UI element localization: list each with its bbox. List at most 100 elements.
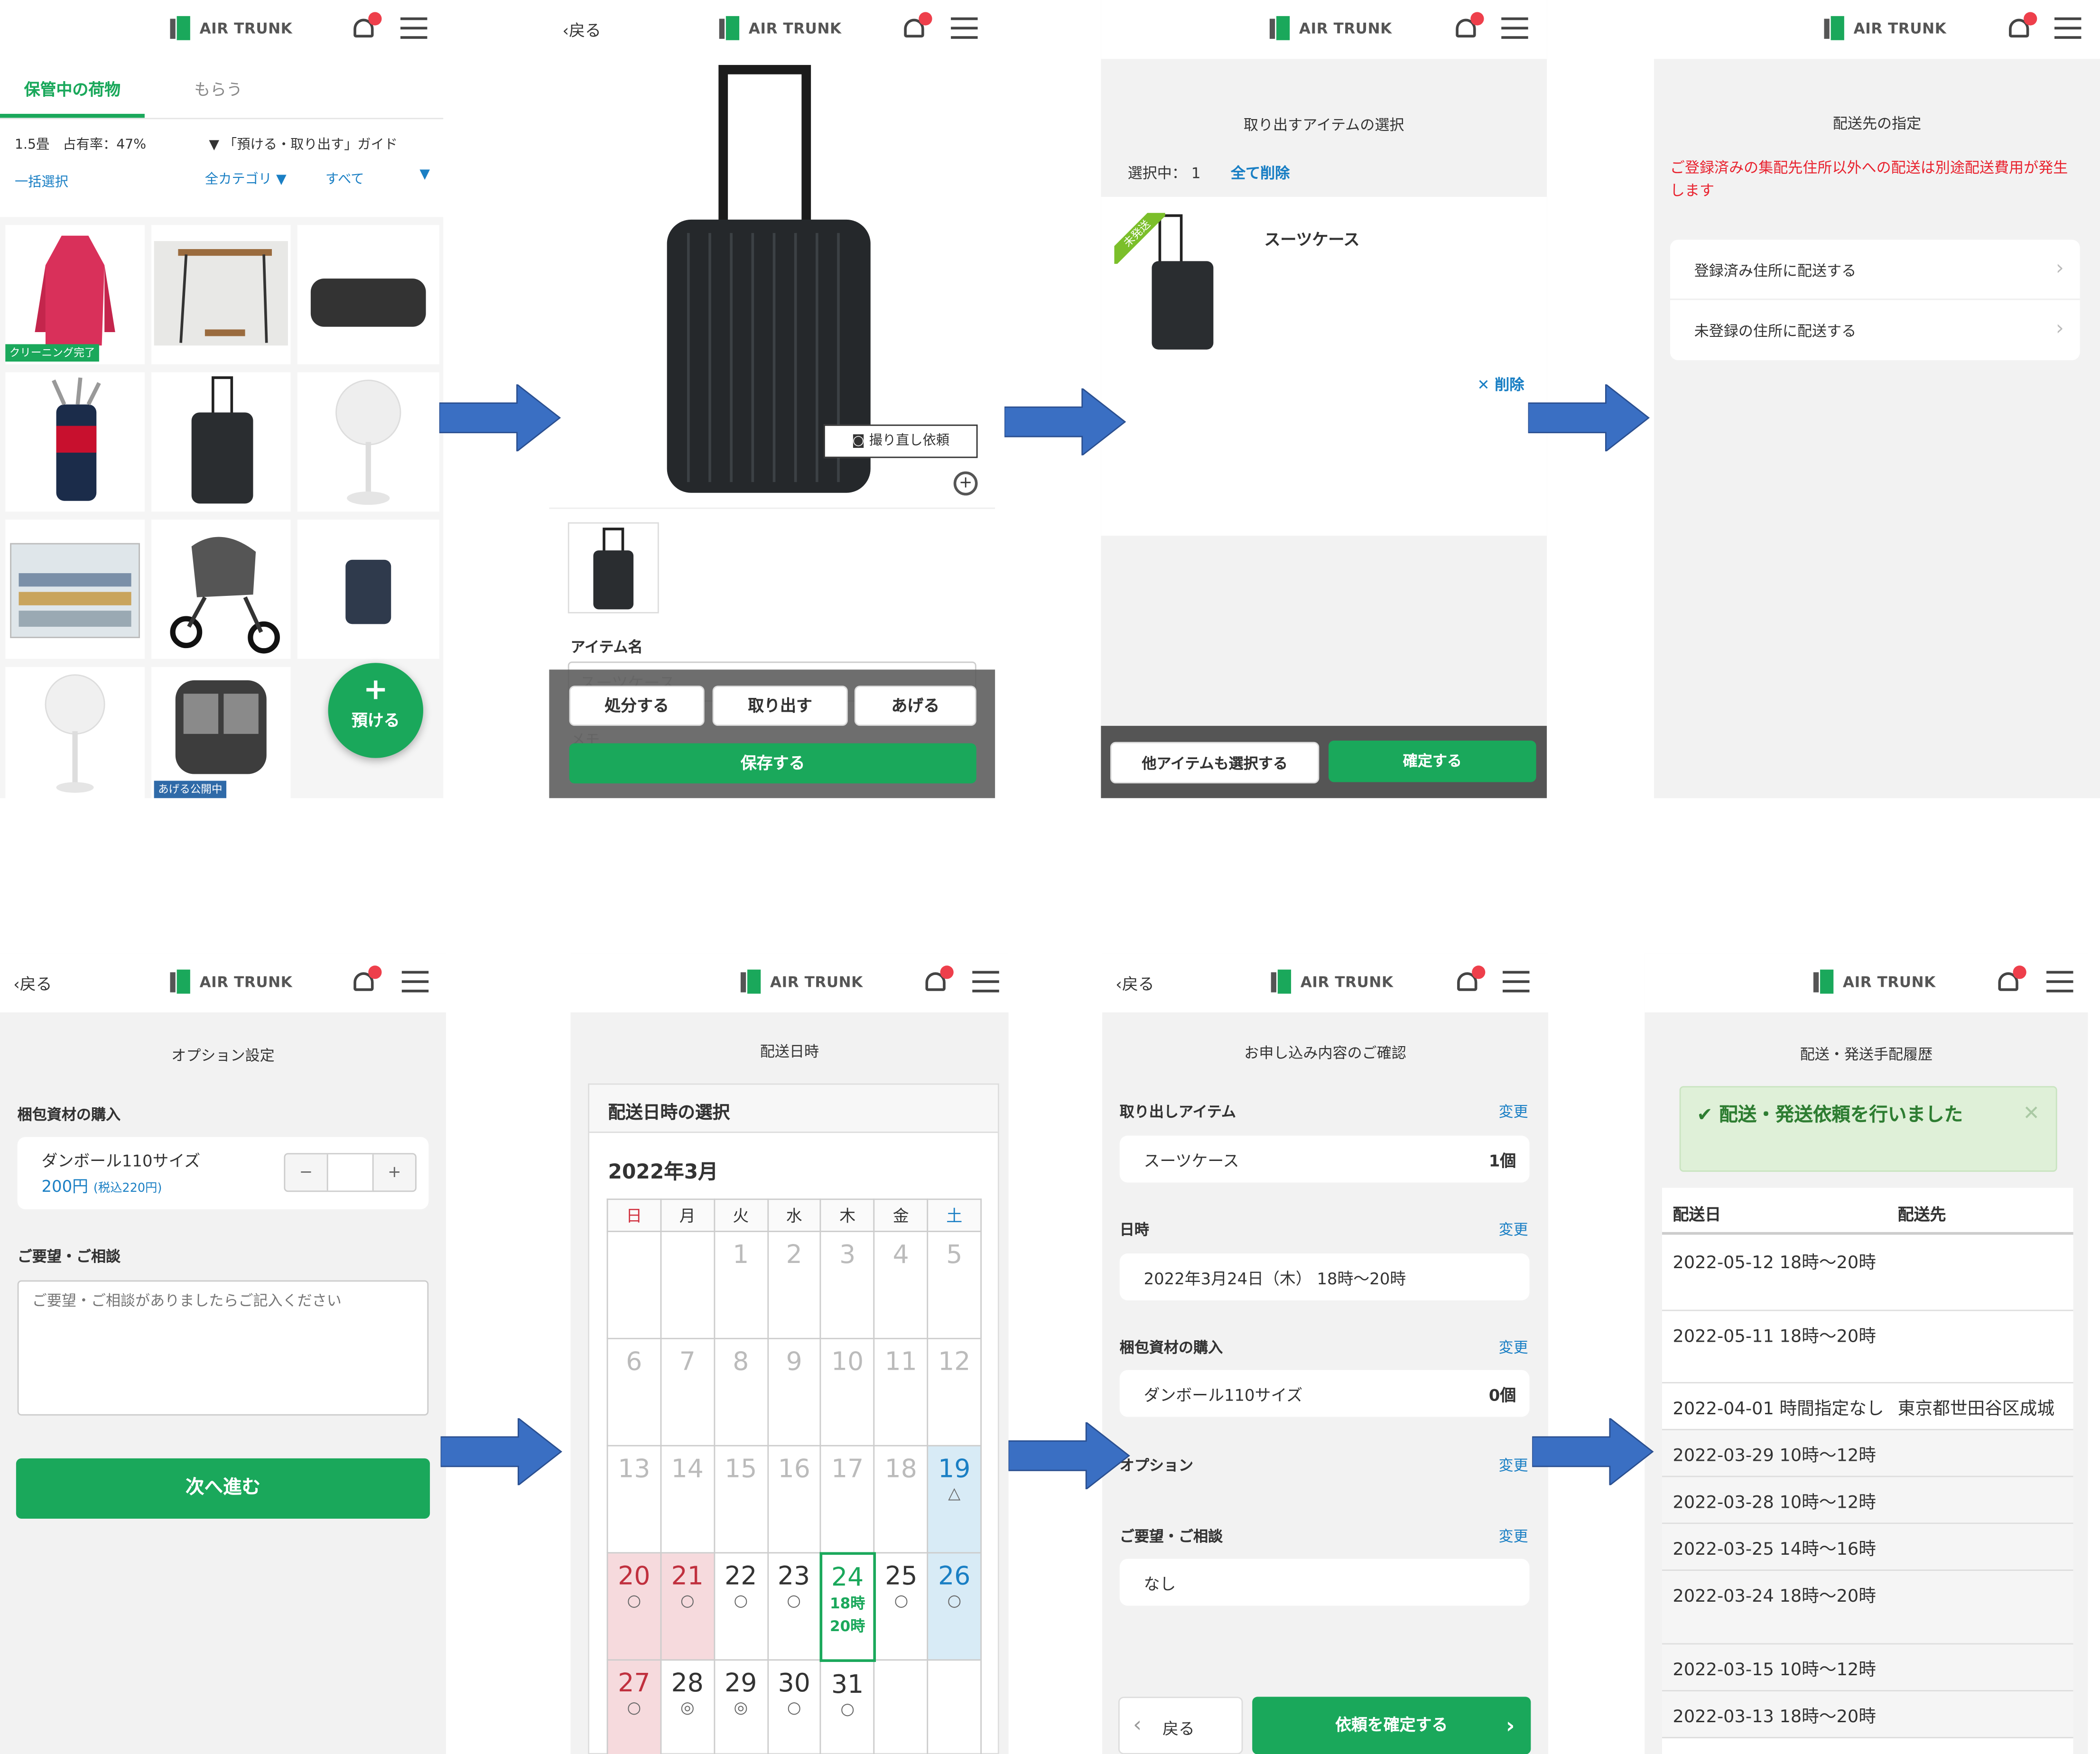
bulk-select-link[interactable]: 一括選択: [15, 170, 68, 190]
menu-icon[interactable]: [2046, 971, 2073, 993]
calendar-day[interactable]: 29 ◎: [713, 1659, 768, 1754]
cushion-image: [310, 278, 426, 327]
back-button[interactable]: ‹ 戻る: [1118, 1697, 1243, 1754]
plus-button[interactable]: +: [374, 1154, 416, 1190]
dispose-button[interactable]: 処分する: [569, 686, 705, 726]
retake-request-button[interactable]: ◙ 撮り直し依頼: [823, 424, 978, 458]
history-row[interactable]: 2022-05-11 18時～20時: [1662, 1311, 2073, 1383]
menu-icon[interactable]: [401, 971, 429, 993]
confirm-button[interactable]: 確定する: [1329, 740, 1536, 782]
success-alert: ✔ 配送・発送依頼を行いました ✕: [1679, 1086, 2057, 1172]
history-row[interactable]: 2022-03-25 14時～16時: [1662, 1524, 2073, 1571]
bell-icon[interactable]: [2005, 12, 2037, 43]
calendar-day[interactable]: 23 ○: [767, 1552, 822, 1661]
unregistered-address-option[interactable]: 未登録の住所に配送する ›: [1670, 300, 2080, 360]
give-button[interactable]: あげる: [854, 686, 976, 726]
thumbnail[interactable]: [567, 522, 659, 613]
item-small-suitcase[interactable]: [297, 520, 439, 659]
zoom-in-icon[interactable]: +: [953, 471, 978, 496]
calendar-day[interactable]: 22 ○: [713, 1552, 768, 1661]
menu-icon[interactable]: [972, 971, 999, 993]
item-cushion[interactable]: [297, 225, 439, 364]
menu-icon[interactable]: [400, 17, 427, 39]
next-button[interactable]: 次へ進む: [16, 1458, 430, 1519]
bell-icon[interactable]: [350, 965, 382, 996]
item-table[interactable]: [151, 225, 291, 364]
history-row[interactable]: 2022-03-15 10時～12時: [1662, 1644, 2073, 1692]
registered-address-option[interactable]: 登録済み住所に配送する ›: [1670, 240, 2080, 300]
item-suitcase[interactable]: [151, 372, 291, 512]
flow-arrow-icon: [439, 384, 561, 452]
change-date-link[interactable]: 変更: [1499, 1219, 1528, 1240]
history-row[interactable]: 2022-03-13 18時～20時: [1662, 1691, 2073, 1738]
close-icon: ✕: [1477, 376, 1495, 394]
calendar-day[interactable]: 21 ○: [660, 1552, 715, 1661]
submit-request-button[interactable]: 依頼を確定する ›: [1252, 1697, 1531, 1754]
history-row[interactable]: 2022-03-24 18時～20時: [1662, 1571, 2073, 1645]
tab-receive[interactable]: もらう: [145, 78, 292, 118]
menu-icon[interactable]: [1501, 17, 1528, 39]
change-option-link[interactable]: 変更: [1499, 1454, 1528, 1476]
delete-link[interactable]: ✕ 削除: [1477, 374, 1524, 395]
calendar-day[interactable]: 27 ○: [606, 1659, 661, 1754]
filter-dropdown[interactable]: すべて ▼: [325, 167, 430, 187]
history-row[interactable]: 2022-05-12 18時～20時: [1662, 1237, 2073, 1311]
change-item-link[interactable]: 変更: [1499, 1101, 1528, 1122]
calendar-day: [873, 1659, 929, 1754]
minus-button[interactable]: −: [285, 1154, 327, 1190]
request-textarea[interactable]: [17, 1280, 429, 1416]
history-row[interactable]: 2022-04-01 時間指定なし 東京都世田谷区成城: [1662, 1383, 2073, 1430]
select-more-button[interactable]: 他アイテムも選択する: [1110, 742, 1319, 784]
availability-mark: △: [948, 1484, 961, 1503]
tab-storage[interactable]: 保管中の荷物: [0, 78, 145, 118]
app-header: AIR TRUNK: [570, 953, 1009, 1012]
menu-icon[interactable]: [2054, 17, 2081, 39]
quantity-stepper[interactable]: − +: [284, 1153, 417, 1192]
item-fan-2[interactable]: [5, 667, 145, 798]
item-coat[interactable]: クリーニング完了: [5, 225, 145, 364]
calendar-day: 18: [873, 1445, 929, 1554]
menu-icon[interactable]: [951, 17, 978, 39]
calendar-day[interactable]: 20 ○: [606, 1552, 661, 1661]
back-link[interactable]: ‹戻る: [1115, 972, 1154, 995]
close-icon[interactable]: ✕: [2023, 1101, 2040, 1125]
menu-icon[interactable]: [1503, 971, 1530, 993]
availability-mark: ○: [680, 1591, 695, 1610]
bell-icon[interactable]: [1994, 965, 2026, 996]
calendar-day[interactable]: 19 △: [927, 1445, 982, 1554]
change-request-link[interactable]: 変更: [1499, 1525, 1528, 1547]
save-button[interactable]: 保存する: [569, 743, 976, 784]
guide-link[interactable]: ▼ 「預ける・取り出す」ガイド: [209, 132, 398, 153]
item-storage-box[interactable]: [5, 520, 145, 659]
back-link[interactable]: ‹戻る: [563, 19, 601, 42]
flow-arrow-icon: [1008, 1422, 1130, 1489]
item-fan[interactable]: [297, 372, 439, 512]
day-number: 10: [831, 1347, 864, 1377]
bell-icon[interactable]: [1452, 12, 1484, 43]
calendar-day[interactable]: 25 ○: [873, 1552, 929, 1661]
change-packing-link[interactable]: 変更: [1499, 1336, 1528, 1358]
bell-icon[interactable]: [350, 12, 382, 43]
badge-giveaway: あげる公開中: [154, 780, 227, 798]
item-double-stroller[interactable]: あげる公開中: [151, 667, 291, 798]
bell-icon[interactable]: [921, 965, 954, 996]
calendar-day[interactable]: 28 ◎: [660, 1659, 715, 1754]
history-row[interactable]: 2022-03-29 10時～12時: [1662, 1430, 2073, 1477]
calendar-day[interactable]: 30 ○: [767, 1659, 822, 1754]
back-link[interactable]: ‹戻る: [13, 972, 52, 995]
bell-icon[interactable]: [900, 12, 932, 43]
calendar-day[interactable]: 31 ○: [820, 1659, 875, 1754]
bell-icon[interactable]: [1453, 965, 1486, 996]
availability-mark: ○: [787, 1698, 801, 1717]
history-row[interactable]: 2022-03-28 10時～12時: [1662, 1477, 2073, 1524]
item-stroller[interactable]: [151, 520, 291, 659]
category-dropdown[interactable]: 全カテゴリ ▼: [205, 167, 287, 187]
calendar-day[interactable]: 24 18時 20時: [819, 1551, 876, 1661]
delete-all-link[interactable]: 全て削除: [1231, 162, 1290, 184]
deposit-fab[interactable]: + 預ける: [328, 663, 423, 758]
screen-delivery-destination: AIR TRUNK 配送先の指定 ご登録済みの集配先住所以外への配送は別途配送費…: [1654, 0, 2100, 798]
calendar-day[interactable]: 26 ○: [927, 1552, 982, 1661]
item-golf-bag[interactable]: [5, 372, 145, 512]
quantity-input[interactable]: [326, 1154, 374, 1191]
take-out-button[interactable]: 取り出す: [712, 686, 848, 726]
